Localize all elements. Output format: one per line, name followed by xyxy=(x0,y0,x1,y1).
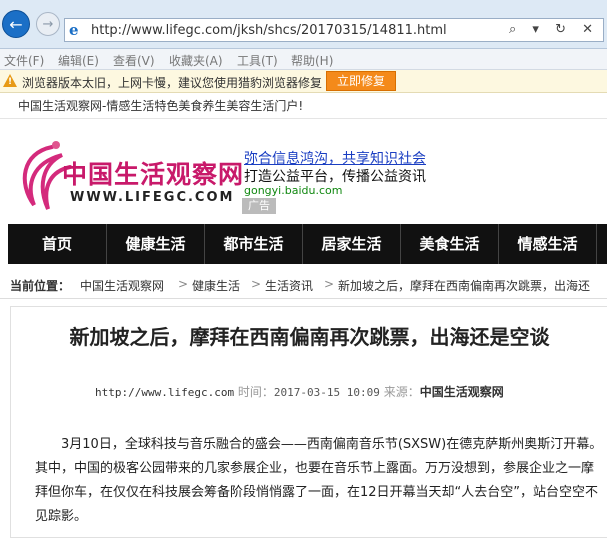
breadcrumb-item-current: 新加坡之后，摩拜在西南偏南再次跳票，出海还 xyxy=(338,279,591,293)
warning-text: 浏览器版本太旧，上网卡慢，建议您使用猎豹浏览器修复 xyxy=(22,76,323,90)
article-title: 新加坡之后，摩拜在西南偏南再次跳票，出海还是空谈 xyxy=(69,325,550,349)
meta-source-label: 来源： xyxy=(383,385,420,399)
address-actions-icons[interactable]: ⌕ ▾ ↻ ✕ xyxy=(509,22,599,37)
meta-site-url: http://www.lifegc.com xyxy=(95,386,235,399)
site-top-line: 中国生活观察网-情感生活特色美食养生美容生活门户! xyxy=(0,92,607,119)
main-nav: 首页 健康生活 都市生活 居家生活 美食生活 情感生活 xyxy=(8,224,607,264)
warning-bar: ! 浏览器版本太旧，上网卡慢，建议您使用猎豹浏览器修复 立即修复 xyxy=(0,70,607,93)
browser-toolbar: ← → e http://www.lifegc.com/jksh/shcs/20… xyxy=(0,0,607,49)
breadcrumb-item-home[interactable]: 中国生活观察网 xyxy=(80,277,164,294)
baidu-ad[interactable]: 弥合信息鸿沟，共享知识社会 打造公益平台，传播公益资讯 gongyi.baidu… xyxy=(242,148,504,218)
site-logo[interactable]: 中国生活观察网 WWW.LIFEGC.COM xyxy=(12,135,243,215)
address-bar[interactable]: e http://www.lifegc.com/jksh/shcs/201703… xyxy=(64,18,604,42)
menu-bar: 文件(F) 编辑(E) 查看(V) 收藏夹(A) 工具(T) 帮助(H) xyxy=(0,49,607,70)
article-paragraph: 3月10日，全球科技与音乐融合的盛会——西南偏南音乐节(SXSW)在德克萨斯州奥… xyxy=(35,437,603,524)
back-button[interactable]: ← xyxy=(2,10,30,38)
logo-chinese-text: 中国生活观察网 xyxy=(62,160,245,189)
menu-tools[interactable]: 工具(T) xyxy=(237,52,278,69)
nav-food[interactable]: 美食生活 xyxy=(401,224,498,264)
ad-headline-link[interactable]: 弥合信息鸿沟，共享知识社会 xyxy=(244,148,426,168)
meta-time: 2017-03-15 10:09 xyxy=(273,386,380,399)
menu-view[interactable]: 查看(V) xyxy=(113,52,155,69)
breadcrumb-sep: > xyxy=(324,277,335,291)
ad-domain: gongyi.baidu.com xyxy=(244,184,343,197)
logo-english-text: WWW.LIFEGC.COM xyxy=(70,190,235,205)
breadcrumb-item-news[interactable]: 生活资讯 xyxy=(265,277,313,294)
nav-home-living[interactable]: 居家生活 xyxy=(303,224,400,264)
fix-now-button[interactable]: 立即修复 xyxy=(326,71,396,91)
menu-file[interactable]: 文件(F) xyxy=(4,52,44,69)
menu-favorites[interactable]: 收藏夹(A) xyxy=(169,52,223,69)
article-meta: http://www.lifegc.com 时间：2017-03-15 10:0… xyxy=(95,383,504,400)
back-arrow-icon: ← xyxy=(9,14,23,34)
nav-home[interactable]: 首页 xyxy=(8,224,106,264)
breadcrumb-sep: > xyxy=(178,277,189,291)
ie-logo-icon: e xyxy=(69,21,79,39)
nav-emotion[interactable]: 情感生活 xyxy=(499,224,596,264)
meta-time-label: 时间： xyxy=(237,385,274,399)
forward-button[interactable]: → xyxy=(36,12,60,36)
site-tagline: 中国生活观察网-情感生活特色美食养生美容生活门户! xyxy=(18,99,304,113)
menu-edit[interactable]: 编辑(E) xyxy=(58,52,99,69)
address-url[interactable]: http://www.lifegc.com/jksh/shcs/20170315… xyxy=(91,23,447,38)
nav-urban[interactable]: 都市生活 xyxy=(205,224,302,264)
breadcrumb-item-health[interactable]: 健康生活 xyxy=(192,277,240,294)
article-box: 新加坡之后，摩拜在西南偏南再次跳票，出海还是空谈 http://www.life… xyxy=(10,306,607,538)
menu-help[interactable]: 帮助(H) xyxy=(291,52,333,69)
nav-health[interactable]: 健康生活 xyxy=(107,224,204,264)
forward-arrow-icon: → xyxy=(42,16,54,32)
breadcrumb-sep: > xyxy=(251,277,262,291)
warning-icon: ! xyxy=(3,74,17,87)
ad-tag: 广告 xyxy=(242,198,276,214)
breadcrumb-label: 当前位置： xyxy=(10,279,71,293)
meta-source: 中国生活观察网 xyxy=(419,385,504,399)
breadcrumb: 当前位置： 中国生活观察网 > 健康生活 > 生活资讯 > 新加坡之后，摩拜在西… xyxy=(0,270,607,299)
ad-subline: 打造公益平台，传播公益资讯 xyxy=(244,169,426,185)
nav-separator xyxy=(596,224,597,264)
